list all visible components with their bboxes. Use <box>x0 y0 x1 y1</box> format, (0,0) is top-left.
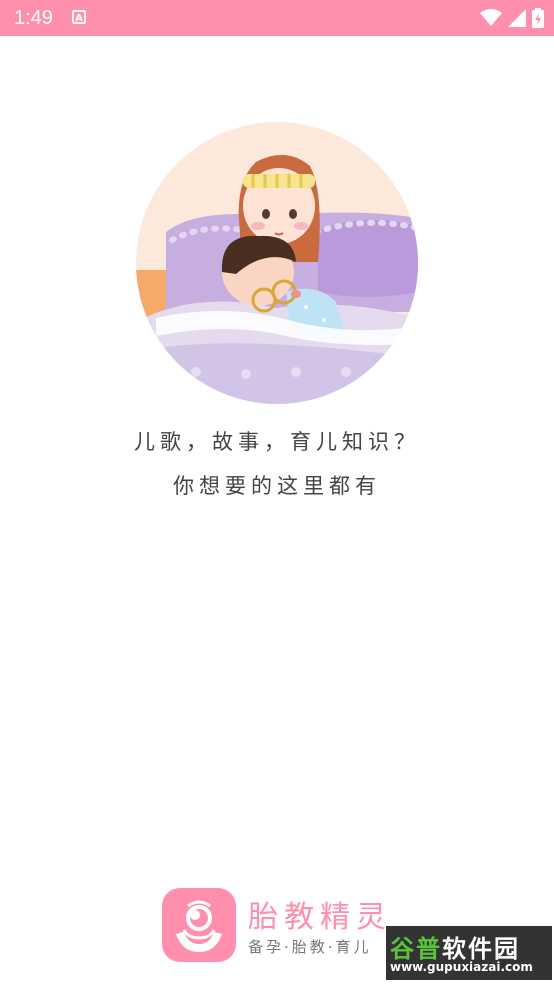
mother-child-illustration <box>136 122 418 404</box>
brand-slogan: 备孕·胎教·育儿 <box>248 938 372 956</box>
cell-signal-icon <box>508 9 526 27</box>
watermark-title-part2: 软件园 <box>442 935 520 963</box>
tagline-line1: 儿歌，故事，育儿知识？ <box>134 430 420 454</box>
watermark-title: 谷普软件园 <box>390 929 520 964</box>
battery-icon <box>532 8 544 28</box>
status-bar: 1:49 A <box>0 0 554 36</box>
status-icons <box>480 7 544 29</box>
status-time: 1:49 <box>14 7 53 29</box>
brand-name: 胎教精灵 <box>248 900 392 935</box>
site-watermark: 谷普软件园 www.gupuxiazai.com <box>386 926 552 980</box>
app-logo-icon <box>162 888 236 962</box>
tagline-line2: 你想要的这里都有 <box>173 474 381 498</box>
watermark-url: www.gupuxiazai.com <box>390 960 533 974</box>
a-notification-icon: A <box>72 10 86 24</box>
watermark-title-part1: 谷普 <box>390 935 442 963</box>
wifi-icon <box>480 9 502 26</box>
